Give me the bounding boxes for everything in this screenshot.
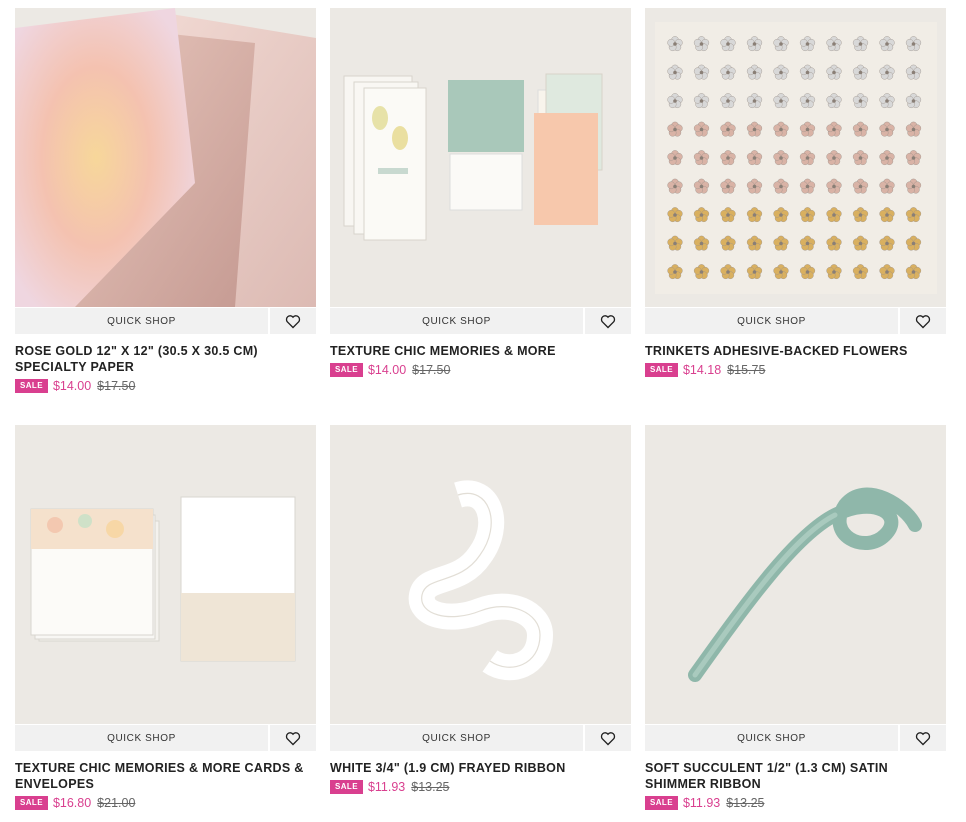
- product-card: QUICK SHOP Trinkets Adhesive-Backed Flow…: [645, 8, 946, 377]
- sale-price: $14.00: [52, 379, 92, 393]
- heart-icon: [915, 314, 931, 328]
- heart-icon: [285, 314, 301, 328]
- sale-price: $14.00: [367, 363, 407, 377]
- quick-shop-button[interactable]: QUICK SHOP: [330, 725, 583, 751]
- sale-price: $16.80: [52, 796, 92, 810]
- product-card: QUICK SHOP Texture Chic Memories & More …: [330, 8, 631, 377]
- product-title[interactable]: Trinkets Adhesive-Backed Flowers: [645, 343, 946, 359]
- sale-badge: SALE: [15, 379, 48, 393]
- product-title[interactable]: Rose Gold 12" x 12" (30.5 x 30.5 cm) Spe…: [15, 343, 316, 375]
- quick-shop-button[interactable]: QUICK SHOP: [330, 308, 583, 334]
- product-title[interactable]: White 3/4" (1.9 cm) Frayed Ribbon: [330, 760, 631, 776]
- quick-shop-button[interactable]: QUICK SHOP: [645, 308, 898, 334]
- quick-shop-button[interactable]: QUICK SHOP: [645, 725, 898, 751]
- sale-price: $14.18: [682, 363, 722, 377]
- product-image[interactable]: [645, 425, 946, 724]
- heart-icon: [600, 731, 616, 745]
- product-card: QUICK SHOP Rose Gold 12" x 12" (30.5 x 3…: [15, 8, 316, 393]
- sale-badge: SALE: [15, 796, 48, 810]
- sale-badge: SALE: [330, 363, 363, 377]
- price-row: SALE $14.18 $15.75: [645, 363, 946, 377]
- regular-price: $17.50: [412, 363, 451, 377]
- product-card: QUICK SHOP Soft Succulent 1/2" (1.3 cm) …: [645, 425, 946, 810]
- product-image[interactable]: [15, 425, 316, 724]
- heart-icon: [915, 731, 931, 745]
- heart-icon: [285, 731, 301, 745]
- quick-shop-button[interactable]: QUICK SHOP: [15, 308, 268, 334]
- sale-badge: SALE: [645, 796, 678, 810]
- product-image[interactable]: [330, 425, 631, 724]
- product-title[interactable]: Soft Succulent 1/2" (1.3 cm) Satin Shimm…: [645, 760, 946, 792]
- favorite-button[interactable]: [270, 725, 316, 751]
- product-card: QUICK SHOP White 3/4" (1.9 cm) Frayed Ri…: [330, 425, 631, 794]
- favorite-button[interactable]: [900, 725, 946, 751]
- sale-price: $11.93: [682, 796, 721, 810]
- regular-price: $21.00: [97, 796, 136, 810]
- product-image[interactable]: [645, 8, 946, 307]
- product-title[interactable]: Texture Chic Memories & More Cards & Env…: [15, 760, 316, 792]
- quick-shop-button[interactable]: QUICK SHOP: [15, 725, 268, 751]
- regular-price: $15.75: [727, 363, 766, 377]
- favorite-button[interactable]: [900, 308, 946, 334]
- product-image[interactable]: [15, 8, 316, 307]
- regular-price: $13.25: [726, 796, 765, 810]
- product-card: QUICK SHOP Texture Chic Memories & More …: [15, 425, 316, 810]
- sale-badge: SALE: [645, 363, 678, 377]
- regular-price: $17.50: [97, 379, 136, 393]
- product-title[interactable]: Texture Chic Memories & More: [330, 343, 631, 359]
- price-row: SALE $14.00 $17.50: [330, 363, 631, 377]
- price-row: SALE $11.93 $13.25: [330, 780, 631, 794]
- heart-icon: [600, 314, 616, 328]
- regular-price: $13.25: [411, 780, 450, 794]
- favorite-button[interactable]: [585, 725, 631, 751]
- price-row: SALE $11.93 $13.25: [645, 796, 946, 810]
- price-row: SALE $16.80 $21.00: [15, 796, 316, 810]
- price-row: SALE $14.00 $17.50: [15, 379, 316, 393]
- favorite-button[interactable]: [585, 308, 631, 334]
- sale-badge: SALE: [330, 780, 363, 794]
- product-image[interactable]: [330, 8, 631, 307]
- favorite-button[interactable]: [270, 308, 316, 334]
- product-grid: QUICK SHOP Rose Gold 12" x 12" (30.5 x 3…: [0, 0, 966, 822]
- sale-price: $11.93: [367, 780, 406, 794]
